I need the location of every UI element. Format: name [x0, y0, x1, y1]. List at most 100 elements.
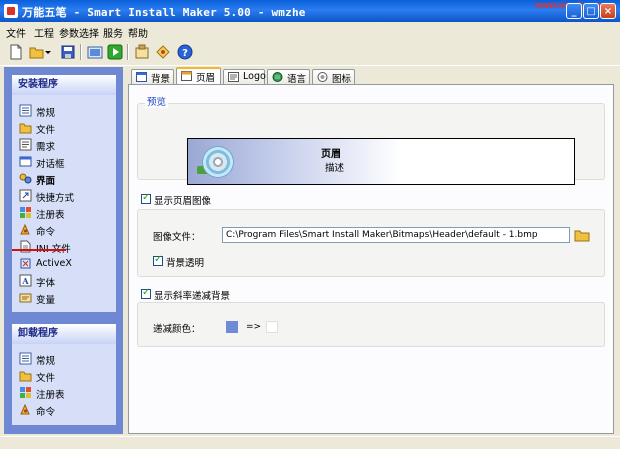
menu-file[interactable]: 文件 [6, 25, 26, 40]
tab-icon[interactable]: 图标 [312, 69, 355, 85]
transparent-background-checkbox[interactable] [153, 254, 163, 266]
tab-label: 图标 [332, 74, 352, 85]
toolbar-separator [80, 44, 82, 60]
sidebar-item-label: 对话框 [36, 159, 65, 170]
tab-page-header: 页眉 描述 预览 显示页眉图像 图像文件： C:\Program Files\S… [128, 84, 614, 434]
icon-tab-icon [317, 72, 328, 82]
menu-preferences[interactable]: 参数选择 [59, 25, 99, 40]
sidebar-item-label: 需求 [36, 142, 56, 153]
registry-icon [20, 207, 31, 218]
gradient-arrow: => [246, 322, 262, 332]
sidebar-item-label: 常规 [36, 356, 56, 367]
title-bar[interactable]: 万能五笔 - Smart Install Maker 5.00 - wmzhe … [0, 0, 620, 22]
svg-text:?: ? [182, 48, 188, 59]
maximize-button[interactable]: □ [583, 3, 599, 19]
gradient-color-label: 递减颜色： [153, 324, 201, 335]
tab-label: 页眉 [196, 73, 216, 84]
toolbar-separator [127, 44, 129, 60]
selection-underline [12, 249, 66, 251]
new-file-icon[interactable] [8, 44, 24, 60]
language-tab-icon [272, 72, 283, 82]
close-button[interactable]: × [600, 3, 616, 19]
tab-header[interactable]: 页眉 [176, 67, 221, 85]
tab-label: 背景 [151, 74, 171, 85]
general-icon [19, 352, 32, 365]
activex-icon [20, 258, 31, 269]
menu-bar: 文件 工程 参数选择 服务 帮助 [0, 22, 620, 40]
general-icon [19, 104, 32, 117]
open-folder-icon[interactable] [29, 44, 45, 60]
install-group-header[interactable]: 安装程序 [12, 75, 116, 95]
transparent-background-label: 背景透明 [166, 258, 205, 269]
toolbar: ? [0, 39, 620, 66]
show-gradient-checkbox[interactable] [141, 287, 151, 299]
sidebar-item-label: 变量 [36, 295, 56, 306]
gradient-start-color-swatch[interactable] [226, 321, 238, 333]
help-icon[interactable]: ? [177, 44, 193, 60]
tab-label: Logo [243, 71, 266, 82]
sidebar-item-label: 快捷方式 [36, 193, 75, 204]
sidebar-item-label: ActiveX [36, 258, 72, 269]
build-icon[interactable] [87, 44, 103, 60]
sidebar-item-label: 界面 [36, 176, 56, 187]
minimize-button[interactable]: _ [566, 3, 582, 19]
dialogs-icon [19, 156, 32, 167]
sidebar-item-label: 命令 [36, 407, 56, 418]
header-tab-icon [181, 71, 192, 81]
registry-icon [20, 387, 31, 398]
app-window: 万能五笔 - Smart Install Maker 5.00 - wmzhe … [0, 0, 620, 449]
sidebar-item-label: 字体 [36, 278, 56, 289]
image-file-input[interactable]: C:\Program Files\Smart Install Maker\Bit… [222, 227, 570, 243]
logo-tab-icon [228, 72, 239, 82]
sidebar-item-label: 注册表 [36, 210, 65, 221]
tab-language[interactable]: 语言 [267, 69, 310, 85]
menu-help[interactable]: 帮助 [128, 25, 148, 40]
header-image-group: 图像文件： C:\Program Files\Smart Install Mak… [137, 209, 605, 277]
tab-bar: 背景 页眉 Logo 语言 图标 [126, 67, 616, 85]
sidebar-item-label: 命令 [36, 227, 56, 238]
uninstall-group-header[interactable]: 卸载程序 [12, 324, 116, 344]
fonts-icon: A [19, 274, 32, 287]
install-disc-image [202, 146, 234, 178]
gradient-group: 递减颜色： => [137, 302, 605, 347]
shortcuts-icon [19, 189, 32, 202]
tab-logo[interactable]: Logo [223, 69, 266, 84]
requirements-icon [19, 138, 32, 151]
window-title: 万能五笔 - Smart Install Maker 5.00 - wmzhe [22, 6, 306, 19]
files-icon [19, 371, 32, 382]
menu-project[interactable]: 工程 [34, 25, 54, 40]
preview-group: 页眉 描述 [137, 103, 605, 185]
settings-icon[interactable] [134, 44, 150, 60]
preview-header-desc: 描述 [325, 163, 345, 174]
dropdown-arrow-icon[interactable] [44, 44, 52, 60]
navigation-panel: 安装程序 常规 文件 需求 对话框 界面 快捷方式 注册表 命令 ActiveX… [4, 67, 123, 434]
run-icon[interactable] [107, 44, 123, 60]
app-icon[interactable] [4, 4, 18, 18]
browse-folder-icon[interactable] [574, 228, 590, 242]
interface-icon [19, 173, 32, 184]
show-header-image-label: 显示页眉图像 [154, 196, 212, 207]
preview-legend: 预览 [145, 94, 169, 108]
show-header-image-checkbox[interactable] [141, 192, 151, 204]
tab-label: 语言 [287, 74, 307, 85]
sidebar-item-label: 文件 [36, 373, 56, 384]
sidebar-item-label: 注册表 [36, 390, 65, 401]
svg-text:A: A [21, 276, 29, 286]
variables-icon [19, 293, 32, 303]
menu-service[interactable]: 服务 [103, 25, 123, 40]
image-file-label: 图像文件： [153, 232, 201, 243]
ini-file-icon [20, 240, 31, 253]
show-gradient-label: 显示斜率递减背景 [154, 291, 231, 302]
files-icon [19, 123, 32, 134]
header-preview-banner: 页眉 描述 [187, 138, 575, 185]
sidebar-item-label: INI 文件 [36, 241, 71, 255]
wizard-icon[interactable] [155, 44, 171, 60]
uninstall-group: 卸载程序 常规 文件 注册表 命令 [12, 324, 116, 425]
commands-icon [20, 403, 30, 415]
preview-header-title: 页眉 [321, 149, 341, 160]
save-icon[interactable] [60, 44, 76, 60]
gradient-end-color-swatch[interactable] [266, 321, 278, 333]
tab-background[interactable]: 背景 [131, 69, 174, 85]
install-group: 安装程序 常规 文件 需求 对话框 界面 快捷方式 注册表 命令 ActiveX… [12, 75, 116, 312]
main-content: 背景 页眉 Logo 语言 图标 页眉 描述 预览 ✓ 显示页眉图像 图像文件：… [126, 67, 616, 434]
